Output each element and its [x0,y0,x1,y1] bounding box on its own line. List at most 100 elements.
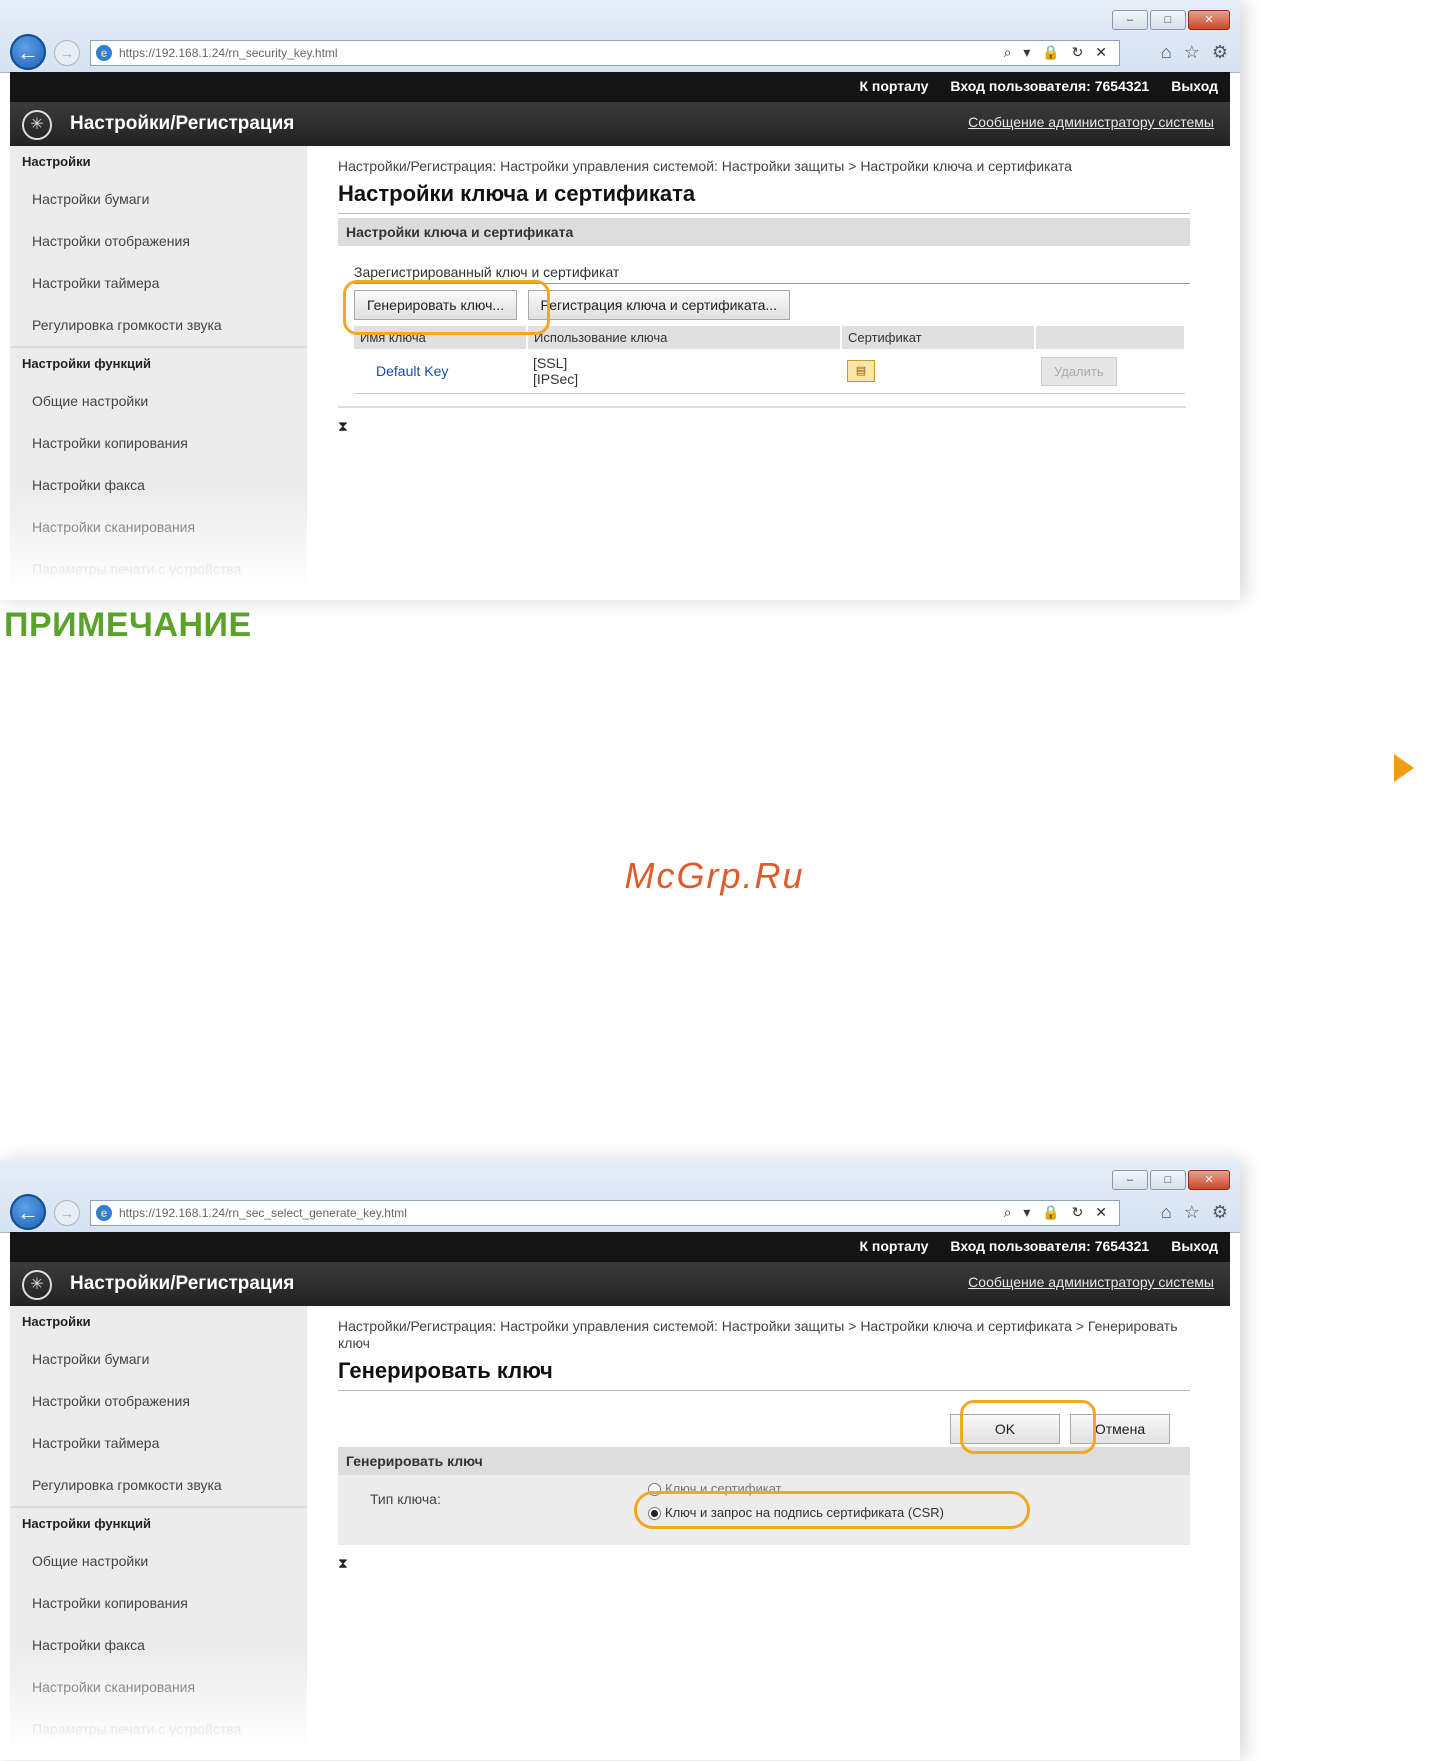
key-type-row: Тип ключа: Ключ и сертификат Ключ и запр… [338,1475,1190,1545]
cancel-button[interactable]: Отмена [1070,1414,1170,1444]
default-key-link[interactable]: Default Key [376,363,448,379]
option-key-csr[interactable]: Ключ и запрос на подпись сертификата (CS… [648,1505,944,1521]
settings-registration-icon: ✳ [22,1270,52,1300]
minimize-icon[interactable]: – [1112,1170,1148,1190]
breadcrumb: Настройки/Регистрация: Настройки управле… [338,158,1072,174]
sidebar-item-timer[interactable]: Настройки таймера [10,1422,307,1464]
address-bar[interactable]: e https://192.168.1.24/rn_sec_select_gen… [90,1200,1120,1226]
sidebar-item-fax[interactable]: Настройки факса [10,464,307,506]
action-buttons: OK Отмена [950,1414,1170,1444]
section-header: Настройки ключа и сертификата [338,218,1190,246]
sidebar-item-copy[interactable]: Настройки копирования [10,1582,307,1624]
url-text: https://192.168.1.24/rn_sec_select_gener… [119,1206,407,1220]
sidebar-item-volume[interactable]: Регулировка громкости звука [10,1464,307,1506]
screenshot-key-certificate-settings: – □ ✕ ← → e https://192.168.1.24/rn_secu… [0,0,1240,600]
breadcrumb: Настройки/Регистрация: Настройки управле… [338,1318,1178,1351]
sidebar-item-common[interactable]: Общие настройки [10,1540,307,1582]
sidebar-item-fax[interactable]: Настройки факса [10,1624,307,1666]
forward-arrow-icon[interactable]: → [54,40,80,66]
sidebar: Настройки Настройки бумаги Настройки ото… [10,1306,307,1760]
page-title: Генерировать ключ [338,1358,1190,1391]
home-icon[interactable]: ⌂ [1161,1202,1172,1223]
watermark: McGrp.Ru [624,855,805,896]
sidebar-item-paper[interactable]: Настройки бумаги [10,178,307,220]
table-row: Default Key [SSL] [IPSec] ▤ Удалить [354,349,1185,394]
browser-page-icon: e [96,1205,112,1221]
close-icon[interactable]: ✕ [1188,10,1230,30]
minimize-icon[interactable]: – [1112,10,1148,30]
settings-gear-icon[interactable]: ⚙ [1212,42,1228,63]
app-title: Настройки/Регистрация [70,113,295,134]
note-title: ПРИМЕЧАНИЕ [4,606,252,644]
browser-toolbar-icons: ⌂ ☆ ⚙ [1161,1202,1228,1223]
sidebar-item-copy[interactable]: Настройки копирования [10,422,307,464]
register-key-certificate-button[interactable]: Регистрация ключа и сертификата... [527,290,791,320]
close-icon[interactable]: ✕ [1188,1170,1230,1190]
address-tools-icons[interactable]: ⌕ ▾ 🔒 ↻ ✕ [1004,44,1111,61]
admin-message-link[interactable]: Сообщение администратору системы [968,114,1214,130]
home-icon[interactable]: ⌂ [1161,42,1172,63]
portal-link[interactable]: К порталу [859,1238,928,1254]
sidebar-item-display[interactable]: Настройки отображения [10,220,307,262]
logout-link[interactable]: Выход [1171,78,1218,94]
sidebar-item-common[interactable]: Общие настройки [10,380,307,422]
portal-link[interactable]: К порталу [859,78,928,94]
sidebar-section-settings: Настройки [22,154,91,169]
screenshot-generate-key: – □ ✕ ← → e https://192.168.1.24/rn_sec_… [0,1160,1240,1760]
settings-gear-icon[interactable]: ⚙ [1212,1202,1228,1223]
to-top-icon[interactable]: ⧗ [338,418,1190,435]
sidebar-section-functions: Настройки функций [22,1516,151,1531]
key-usage-cell: [SSL] [IPSec] [527,349,841,394]
generate-key-button[interactable]: Генерировать ключ... [354,290,518,320]
maximize-icon[interactable]: □ [1150,1170,1186,1190]
app-title: Настройки/Регистрация [70,1273,295,1294]
app-title-bar: ✳ Настройки/Регистрация Сообщение админи… [10,102,1230,146]
next-page-arrow-icon[interactable] [1394,754,1414,782]
sidebar-item-scan[interactable]: Настройки сканирования [10,1666,307,1708]
sidebar-item-timer[interactable]: Настройки таймера [10,262,307,304]
option-key-certificate[interactable]: Ключ и сертификат [648,1481,782,1497]
key-table: Имя ключа Использование ключа Сертификат… [354,326,1186,394]
maximize-icon[interactable]: □ [1150,10,1186,30]
page-title: Настройки ключа и сертификата [338,181,1190,214]
browser-chrome: – □ ✕ ← → e https://192.168.1.24/rn_secu… [0,0,1240,73]
sidebar-section-functions: Настройки функций [22,356,151,371]
favorites-star-icon[interactable]: ☆ [1184,1202,1200,1223]
to-top-icon[interactable]: ⧗ [338,1555,1190,1572]
sidebar-item-display[interactable]: Настройки отображения [10,1380,307,1422]
column-key-name: Имя ключа [354,326,528,349]
address-bar[interactable]: e https://192.168.1.24/rn_security_key.h… [90,40,1120,66]
favorites-star-icon[interactable]: ☆ [1184,42,1200,63]
settings-registration-icon: ✳ [22,110,52,140]
sidebar: Настройки Настройки бумаги Настройки ото… [10,146,307,600]
column-certificate: Сертификат [841,326,1036,349]
app-top-bar: К порталу Вход пользователя: 7654321 Вых… [10,1232,1230,1262]
logout-link[interactable]: Выход [1171,1238,1218,1254]
sidebar-item-print-from-device[interactable]: Параметры печати с устройства [10,548,307,590]
certificate-icon[interactable]: ▤ [847,360,875,382]
window-controls: – □ ✕ [1112,10,1230,30]
login-label: Вход пользователя: 7654321 [950,78,1150,94]
subsection-header: Зарегистрированный ключ и сертификат [354,264,1190,284]
browser-chrome: – □ ✕ ← → e https://192.168.1.24/rn_sec_… [0,1160,1240,1233]
url-text: https://192.168.1.24/rn_security_key.htm… [119,46,338,60]
back-arrow-icon[interactable]: ← [10,1194,46,1230]
sidebar-item-print-from-device[interactable]: Параметры печати с устройства [10,1708,307,1750]
sidebar-item-volume[interactable]: Регулировка громкости звука [10,304,307,346]
column-actions [1035,326,1186,349]
admin-message-link[interactable]: Сообщение администратору системы [968,1274,1214,1290]
forward-arrow-icon[interactable]: → [54,1200,80,1226]
sidebar-item-paper[interactable]: Настройки бумаги [10,1338,307,1380]
sidebar-item-scan[interactable]: Настройки сканирования [10,506,307,548]
address-tools-icons[interactable]: ⌕ ▾ 🔒 ↻ ✕ [1004,1204,1111,1221]
section-header: Генерировать ключ [338,1447,1190,1475]
delete-button[interactable]: Удалить [1041,356,1117,386]
window-controls: – □ ✕ [1112,1170,1230,1190]
ok-button[interactable]: OK [950,1414,1060,1444]
main-content: Настройки/Регистрация: Настройки управле… [338,1306,1190,1760]
radio-key-certificate[interactable] [648,1483,661,1497]
browser-toolbar-icons: ⌂ ☆ ⚙ [1161,42,1228,63]
back-arrow-icon[interactable]: ← [10,34,46,70]
radio-key-csr[interactable] [648,1507,661,1521]
key-type-label: Тип ключа: [370,1491,441,1507]
